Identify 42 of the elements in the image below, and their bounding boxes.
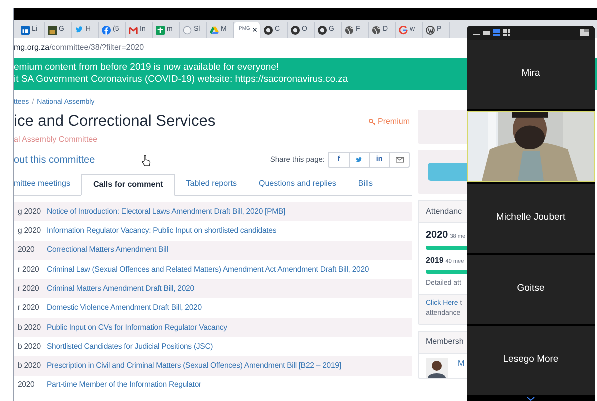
- globe-icon: [345, 26, 354, 34]
- hand-cursor-icon: [142, 155, 151, 167]
- card-heading: Membersh: [426, 336, 464, 348]
- year-label: 2020: [426, 229, 448, 243]
- facebook-icon: [102, 26, 111, 34]
- globe-icon: [372, 26, 381, 34]
- about-link[interactable]: out this committee: [14, 152, 96, 168]
- participant-name: Michelle Joubert: [496, 211, 566, 226]
- circle-icon: [183, 26, 192, 34]
- committee-subtitle: al Assembly Committee: [14, 134, 99, 146]
- address-bar[interactable]: mg.org.za/committee/38/?filter=2020: [14, 42, 144, 54]
- participant-name: Goitse: [517, 282, 545, 296]
- sheet-icon: [156, 26, 165, 34]
- window-icon[interactable]: [483, 30, 490, 36]
- banner-text: emium content from before 2019 is now available for everyone!: [14, 62, 280, 74]
- section-tab[interactable]: mittee meetings: [14, 173, 82, 195]
- bird-icon: [75, 26, 84, 34]
- year-label: 2019: [426, 255, 444, 267]
- close-icon[interactable]: ×: [252, 26, 258, 34]
- mail-icon: [129, 26, 138, 34]
- thumbnail-icon: [48, 26, 57, 34]
- grid-icon[interactable]: [503, 29, 510, 36]
- linkedin-icon: [21, 26, 30, 34]
- section-tab[interactable]: Tabled reports: [175, 173, 248, 195]
- google-icon: [399, 26, 408, 34]
- card-heading: Attendanc: [426, 206, 462, 218]
- section-tab[interactable]: Bills: [347, 173, 384, 195]
- list-icon[interactable]: [493, 29, 500, 36]
- participant-name: Mira: [522, 67, 540, 82]
- bird-icon: [356, 157, 363, 163]
- key-icon: [368, 118, 376, 126]
- chevron-down-icon[interactable]: [527, 396, 535, 401]
- banner-text: it SA Government Coronavirus (COVID-19) website: https://sacoronavirus.co.za: [14, 74, 348, 86]
- panel-icon[interactable]: [580, 29, 589, 36]
- wordpress-icon: [426, 26, 435, 34]
- triangle-icon: [210, 26, 219, 34]
- section-tab[interactable]: Calls for comment: [81, 174, 176, 196]
- page-title: ice and Correctional Services: [14, 112, 216, 132]
- section-tab[interactable]: Questions and replies: [248, 173, 348, 195]
- mail-icon: [396, 157, 404, 163]
- participant-name: Lesego More: [503, 353, 559, 368]
- member-link[interactable]: M: [458, 358, 465, 378]
